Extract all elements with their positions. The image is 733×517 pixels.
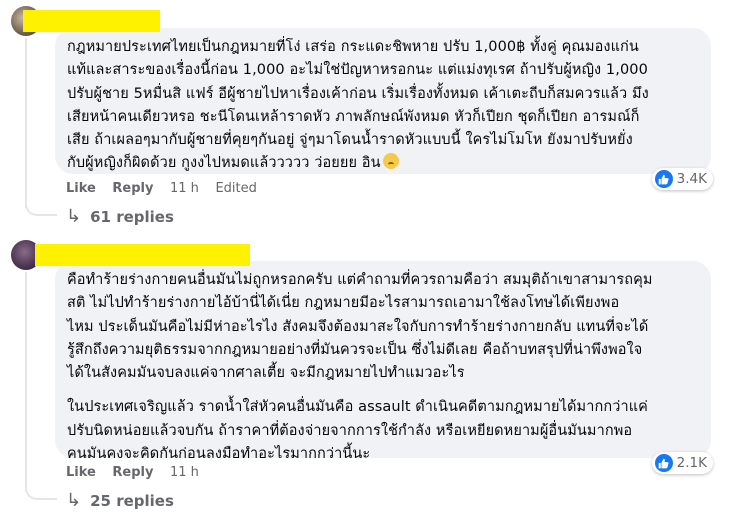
reply-button[interactable]: Reply [112, 181, 153, 196]
reaction-count[interactable]: 2.1K [651, 452, 713, 474]
comment-actions: Like Reply 11 h Edited [66, 181, 269, 196]
comment-text: คือทำร้ายร่างกายคนอื่นมันไม่ถูกหรอกครับ … [67, 272, 653, 382]
crying-face-emoji-icon [382, 153, 399, 170]
replies-count: 61 replies [90, 207, 174, 226]
like-button[interactable]: Like [66, 465, 96, 480]
thread-line [25, 272, 27, 492]
comment-bubble: กฎหมายประเทศไทยเป็นกฎหมายที่โง่ เสร่อ กร… [55, 28, 711, 174]
redacted-author-name [23, 10, 160, 32]
comment-actions: Like Reply 11 h [66, 465, 211, 480]
reaction-count[interactable]: 3.4K [651, 168, 713, 190]
thumbs-up-icon [654, 170, 673, 188]
replies-count: 25 replies [90, 491, 174, 510]
comment-text: กฎหมายประเทศไทยเป็นกฎหมายที่โง่ เสร่อ กร… [67, 39, 649, 172]
like-button[interactable]: Like [66, 181, 96, 196]
timestamp[interactable]: 11 h [170, 465, 199, 480]
view-replies-link[interactable]: ↳ 25 replies [66, 490, 174, 511]
reply-button[interactable]: Reply [112, 465, 153, 480]
edited-label: Edited [215, 181, 257, 196]
reply-arrow-icon: ↳ [66, 206, 82, 227]
timestamp[interactable]: 11 h [170, 181, 199, 196]
view-replies-link[interactable]: ↳ 61 replies [66, 206, 174, 227]
thread-connector [25, 484, 57, 500]
redacted-author-name [35, 244, 250, 266]
thread-connector [25, 200, 57, 216]
comment-text-paragraph-2: ในประเทศเจริญแล้ว ราดน้ำใส่หัวคนอื่นมันค… [67, 399, 648, 463]
reaction-count-text: 3.4K [676, 171, 707, 187]
comment-bubble: คือทำร้ายร่างกายคนอื่นมันไม่ถูกหรอกครับ … [55, 261, 711, 462]
reaction-count-text: 2.1K [676, 455, 707, 471]
reply-arrow-icon: ↳ [66, 490, 82, 511]
thumbs-up-icon [654, 454, 673, 472]
thread-line [25, 38, 27, 208]
